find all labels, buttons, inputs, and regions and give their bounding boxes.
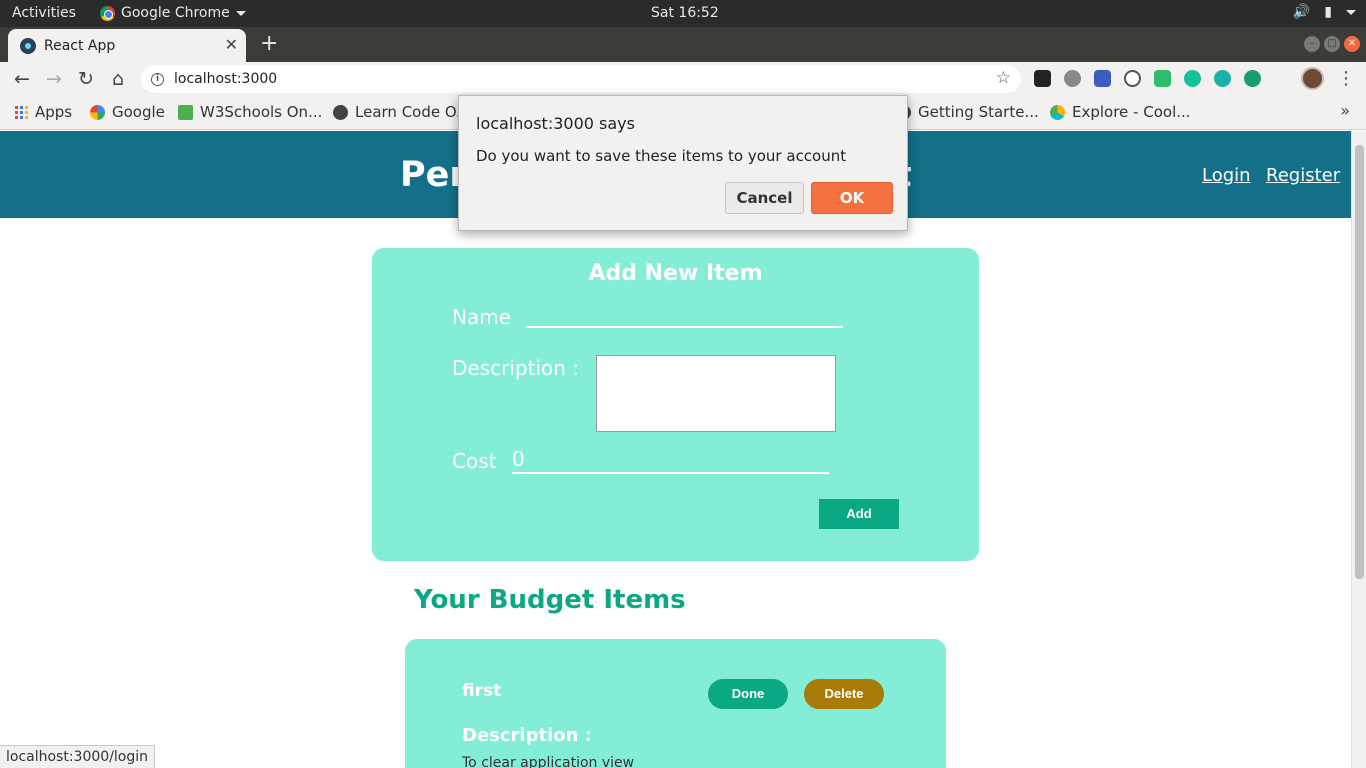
status-url-bubble: localhost:3000/login — [0, 745, 156, 768]
minimize-icon[interactable]: – — [1304, 36, 1320, 52]
extension-icon[interactable] — [1124, 70, 1141, 87]
globe-icon — [333, 104, 348, 120]
confirm-dialog: localhost:3000 says Do you want to save … — [458, 95, 908, 231]
clock[interactable]: Sat 16:52 — [651, 5, 719, 21]
extensions — [1034, 70, 1261, 87]
dialog-title: localhost:3000 says — [476, 114, 635, 133]
gear-extension-icon[interactable] — [1064, 70, 1081, 87]
new-tab-icon[interactable]: + — [260, 31, 278, 56]
bookmark-label: Google — [112, 103, 165, 121]
close-window-icon[interactable]: ✕ — [1344, 36, 1360, 52]
bookmarks-overflow-icon[interactable]: » — [1340, 101, 1350, 120]
login-link[interactable]: Login — [1202, 165, 1251, 186]
app-menu[interactable]: Google Chrome — [100, 5, 246, 21]
budget-items-title: Your Budget Items — [414, 585, 686, 615]
cost-label: Cost — [452, 449, 497, 473]
bookmark-label: Apps — [35, 103, 73, 121]
w3schools-icon — [178, 104, 193, 120]
budget-item-card: first Done Delete Description : To clear… — [405, 639, 946, 768]
page-title-left: Per — [400, 155, 467, 195]
item-description: To clear application view — [462, 755, 635, 768]
done-button[interactable]: Done — [708, 679, 788, 709]
dialog-message: Do you want to save these items to your … — [476, 147, 847, 165]
bookmark-label: W3Schools On... — [200, 103, 323, 121]
coolors-icon — [1050, 104, 1065, 120]
window-controls: – □ ✕ — [1304, 36, 1360, 52]
extension-icon[interactable] — [1214, 70, 1231, 87]
volume-icon: 🔊 — [1292, 4, 1311, 20]
apps-grid-icon — [15, 105, 28, 119]
battery-icon: ▮ — [1324, 4, 1332, 20]
ok-button[interactable]: OK — [811, 182, 893, 214]
register-link[interactable]: Register — [1266, 165, 1340, 186]
maximize-icon[interactable]: □ — [1324, 36, 1340, 52]
browser-tab[interactable]: React App ✕ — [8, 29, 246, 62]
cancel-button[interactable]: Cancel — [725, 182, 804, 214]
bookmark-star-icon[interactable]: ☆ — [996, 68, 1011, 88]
react-favicon-icon — [20, 37, 36, 54]
activities-button[interactable]: Activities — [12, 5, 76, 21]
delete-button[interactable]: Delete — [804, 679, 884, 709]
browser-toolbar: ← → ↻ ⌂ i localhost:3000 ☆ ⋮ — [0, 62, 1366, 96]
close-tab-icon[interactable]: ✕ — [225, 35, 238, 54]
add-item-card: Add New Item Name Description : Cost Add — [372, 248, 979, 561]
tab-title: React App — [44, 37, 116, 54]
bookmark-label: Explore - Cool... — [1072, 103, 1191, 121]
item-name: first — [462, 681, 502, 701]
bookmark-w3schools[interactable]: W3Schools On... — [178, 103, 322, 121]
chevron-down-icon — [235, 10, 246, 16]
bookmark-label: Getting Starte... — [918, 103, 1039, 121]
system-tray[interactable]: 🔊 ▮ — [1293, 4, 1356, 20]
system-top-bar: Activities Google Chrome Sat 16:52 🔊 ▮ — [0, 0, 1366, 27]
add-item-title: Add New Item — [588, 261, 763, 286]
cost-input[interactable] — [512, 446, 829, 474]
extension-icon[interactable] — [1244, 70, 1261, 87]
item-description-label: Description : — [462, 725, 592, 746]
description-textarea[interactable] — [596, 355, 836, 432]
back-icon[interactable]: ← — [10, 68, 34, 90]
description-label: Description : — [452, 356, 580, 380]
scrollbar-thumb[interactable] — [1355, 145, 1364, 579]
url-text: localhost:3000 — [174, 71, 278, 87]
extension-icon[interactable] — [1034, 70, 1051, 87]
bookmark-google[interactable]: Google — [90, 103, 165, 121]
bookmark-explore[interactable]: Explore - Cool... — [1050, 103, 1191, 121]
grammarly-icon[interactable] — [1184, 70, 1201, 87]
chrome-icon — [100, 5, 115, 21]
extension-icon[interactable] — [1094, 70, 1111, 87]
bookmark-getting-started[interactable]: Getting Starte... — [896, 103, 1039, 121]
bookmark-apps[interactable]: Apps — [15, 103, 72, 121]
page-title: Per nt — [400, 155, 912, 195]
bookmark-learn-code[interactable]: Learn Code O... — [333, 103, 470, 121]
google-icon — [90, 104, 105, 120]
address-bar[interactable]: i localhost:3000 ☆ — [141, 65, 1021, 93]
shield-extension-icon[interactable] — [1154, 70, 1171, 87]
site-info-icon[interactable]: i — [151, 72, 164, 86]
name-input[interactable] — [526, 300, 843, 328]
profile-avatar[interactable] — [1301, 67, 1324, 90]
home-icon[interactable]: ⌂ — [106, 68, 130, 90]
tab-strip: React App ✕ + – □ ✕ — [0, 27, 1366, 62]
chevron-down-icon — [1346, 9, 1356, 15]
reload-icon[interactable]: ↻ — [74, 68, 98, 90]
bookmark-label: Learn Code O... — [355, 103, 471, 121]
menu-kebab-icon[interactable]: ⋮ — [1337, 68, 1355, 89]
app-menu-label: Google Chrome — [121, 5, 230, 21]
page-scrollbar[interactable] — [1351, 131, 1366, 768]
forward-icon[interactable]: → — [42, 68, 66, 90]
add-button[interactable]: Add — [819, 499, 899, 529]
name-label: Name — [452, 305, 512, 329]
